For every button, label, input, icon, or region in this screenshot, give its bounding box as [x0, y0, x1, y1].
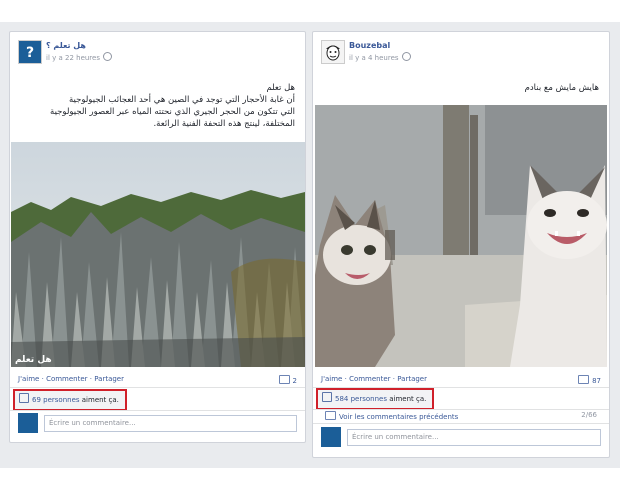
comment-input[interactable]: Écrire un commentaire...	[44, 415, 297, 432]
view-previous-comments-link[interactable]: Voir les commentaires précédents	[339, 413, 458, 421]
comment-bubble-icon	[578, 375, 590, 384]
post-header: Bouzebal il y a 4 heures	[321, 40, 601, 64]
post-actions: J'aime · Commenter · Partager 2	[18, 375, 297, 385]
user-avatar[interactable]	[321, 427, 341, 447]
question-logo-icon: ?	[19, 41, 41, 63]
share-link[interactable]: Partager	[397, 375, 427, 383]
likes-summary: 584 personnes aiment ça.	[316, 388, 435, 410]
timestamp[interactable]: il y a 4 heures	[349, 54, 399, 62]
comment-bubble-icon	[325, 411, 336, 420]
comment-bubble-icon	[278, 375, 290, 384]
svg-text:?: ?	[26, 45, 34, 61]
page-avatar[interactable]: ?	[18, 40, 42, 64]
divider	[10, 410, 305, 411]
stone-forest-image: هل تعلم	[11, 142, 305, 367]
kittens-image	[315, 105, 607, 367]
comment-composer: Écrire un commentaire...	[321, 427, 601, 447]
post-author[interactable]: هل تعلم ؟	[46, 41, 86, 50]
post-text: هايش مايش مع بنادم	[524, 83, 599, 93]
thumbs-up-icon	[19, 393, 29, 403]
comment-count[interactable]: 87	[578, 375, 601, 385]
post-author[interactable]: Bouzebal	[349, 41, 390, 50]
previous-comments: Voir les commentaires précédents 2/66	[325, 411, 597, 421]
share-link[interactable]: Partager	[94, 375, 124, 383]
cartoon-face-icon	[322, 41, 344, 63]
page-avatar[interactable]	[321, 40, 345, 64]
comment-count-value: 2	[292, 377, 297, 385]
comments-pagination: 2/66	[581, 411, 597, 419]
comment-count[interactable]: 2	[278, 375, 297, 385]
post-card: ? هل تعلم ؟ il y a 22 heures هل تعلم أن …	[9, 31, 306, 443]
divider	[313, 423, 609, 424]
post-time[interactable]: il y a 22 heures	[46, 52, 112, 62]
globe-icon	[401, 52, 411, 61]
likes-link[interactable]: 69 personnes	[32, 396, 80, 404]
likes-suffix: aiment ça.	[81, 396, 119, 404]
photo-watermark: هل تعلم	[15, 355, 52, 365]
comment-composer: Écrire un commentaire...	[18, 413, 297, 433]
user-avatar[interactable]	[18, 413, 38, 433]
separator: ·	[89, 375, 93, 383]
comment-link[interactable]: Commenter	[46, 375, 87, 383]
divider	[313, 409, 609, 410]
post-card: Bouzebal il y a 4 heures هايش مايش مع بن…	[312, 31, 610, 458]
likes-link[interactable]: 584 personnes	[335, 395, 387, 403]
likes-suffix: aiment ça.	[389, 395, 427, 403]
timestamp[interactable]: il y a 22 heures	[46, 54, 100, 62]
comment-link[interactable]: Commenter	[349, 375, 390, 383]
comment-input[interactable]: Écrire un commentaire...	[347, 429, 601, 446]
separator: ·	[344, 375, 347, 383]
post-time[interactable]: il y a 4 heures	[349, 52, 411, 62]
post-photo[interactable]: هل تعلم	[11, 142, 305, 367]
post-actions: J'aime · Commenter · Partager 87	[321, 375, 601, 385]
separator: ·	[41, 375, 44, 383]
comment-count-value: 87	[592, 377, 601, 385]
like-link[interactable]: J'aime	[321, 375, 342, 383]
divider	[10, 387, 305, 388]
post-text: هل تعلم أن غابة الأحجار التي توجد في الص…	[50, 83, 295, 129]
like-link[interactable]: J'aime	[18, 375, 39, 383]
post-photo[interactable]	[315, 105, 607, 367]
globe-icon	[103, 52, 112, 61]
separator: ·	[392, 375, 396, 383]
post-header: ? هل تعلم ؟ il y a 22 heures	[18, 40, 297, 64]
likes-summary: 69 personnes aiment ça.	[13, 389, 127, 411]
thumbs-up-icon	[322, 392, 332, 402]
